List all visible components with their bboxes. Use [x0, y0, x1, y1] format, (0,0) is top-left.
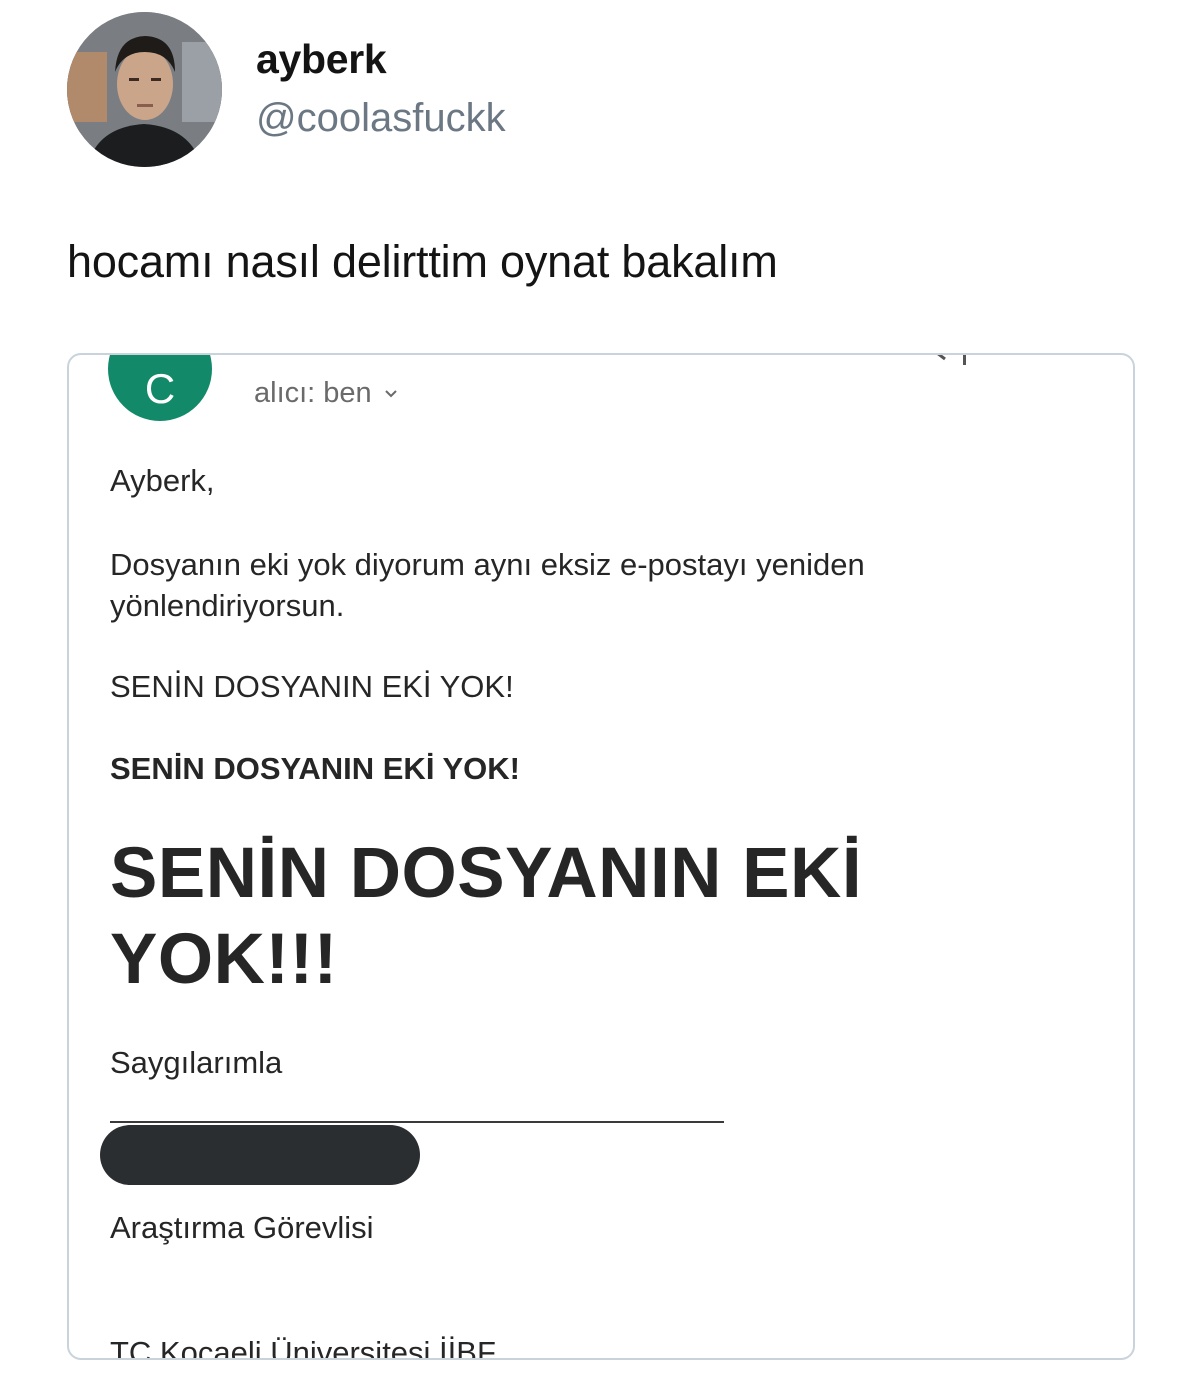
signature-divider [110, 1121, 724, 1123]
redacted-name [100, 1125, 420, 1185]
tweet-text: hocamı nasıl delirttim oynat bakalım [67, 236, 778, 287]
email-closing: Saygılarımla [110, 1045, 283, 1080]
recipient-label: alıcı: ben [254, 377, 372, 409]
email-body: Dosyanın eki yok diyorum aynı eksiz e-po… [110, 547, 865, 623]
email-shout-regular: SENİN DOSYANIN EKİ YOK! [110, 669, 514, 704]
sender-avatar: C [108, 355, 212, 421]
avatar-photo [67, 12, 222, 167]
sender-job-title: Araştırma Görevlisi [110, 1210, 374, 1245]
sender-institution: TC Kocaeli Üniversitesi İİBF [110, 1335, 496, 1360]
email-greeting: Ayberk, [110, 463, 215, 498]
user-handle[interactable]: @coolasfuckk [256, 96, 506, 141]
profile-avatar[interactable] [67, 12, 222, 167]
tweet-media-email-screenshot[interactable]: C alıcı: ben Ayberk, Dosyanın eki yok di… [67, 353, 1135, 1360]
cropped-toolbar-icon [937, 355, 966, 365]
chevron-down-icon[interactable] [384, 387, 398, 401]
email-shout-large: SENİN DOSYANIN EKİ YOK!!! [110, 834, 863, 999]
display-name[interactable]: ayberk [256, 36, 387, 83]
sender-initial: C [144, 365, 176, 412]
recipient-row[interactable]: alıcı: ben [254, 377, 398, 410]
email-shout-bold: SENİN DOSYANIN EKİ YOK! [110, 751, 520, 786]
